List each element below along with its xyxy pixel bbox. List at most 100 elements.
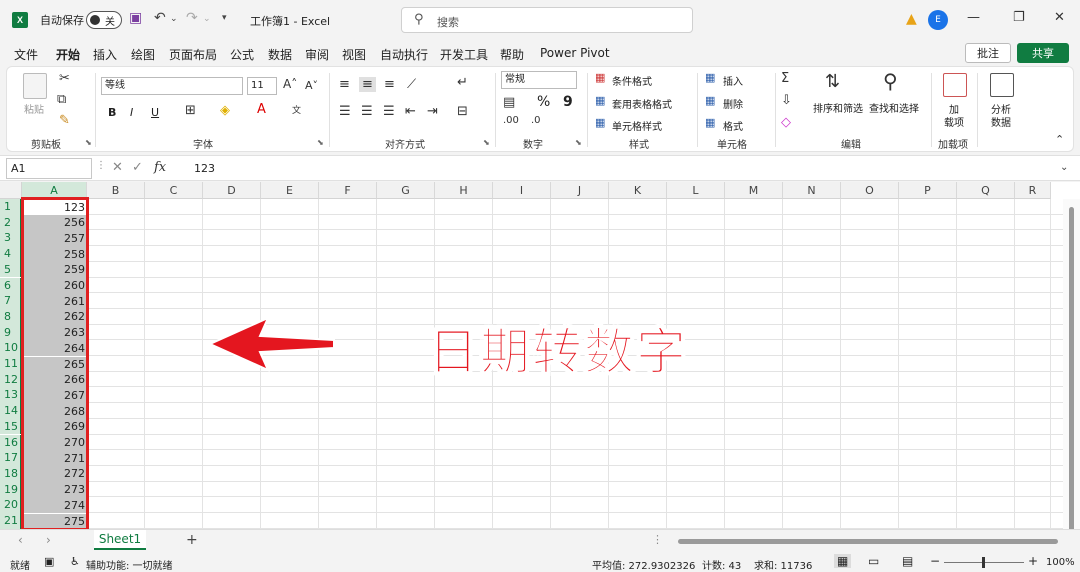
font-launcher-icon[interactable]: ⬊ (317, 138, 324, 147)
row-header-19[interactable]: 19 (0, 481, 22, 498)
restore-icon[interactable]: ❐ (1013, 10, 1025, 25)
tab-draw[interactable]: 绘图 (131, 46, 155, 63)
autosum-icon[interactable]: Σ (781, 71, 789, 86)
cut-icon[interactable]: ✂ (59, 71, 70, 86)
column-header-o[interactable]: O (841, 182, 899, 199)
zoom-slider-knob[interactable] (982, 557, 985, 568)
copy-icon[interactable]: ⧉ (57, 92, 66, 107)
tab-home[interactable]: 开始 (56, 46, 81, 68)
row-header-16[interactable]: 16 (0, 434, 22, 451)
row-header-18[interactable]: 18 (0, 465, 22, 482)
column-header-i[interactable]: I (493, 182, 551, 199)
normal-view-icon[interactable]: ▦ (834, 554, 852, 568)
conditional-format-button[interactable]: 条件格式 (612, 73, 652, 88)
enter-icon[interactable]: ✓ (132, 160, 143, 175)
save-icon[interactable]: ▣ (129, 10, 142, 26)
tab-formulas[interactable]: 公式 (230, 46, 254, 63)
horizontal-scrollbar[interactable] (666, 537, 1070, 545)
sort-filter-button[interactable]: 排序和筛选 (813, 100, 863, 115)
phonetic-icon[interactable]: 文 (292, 103, 301, 116)
align-bottom-icon[interactable]: ≡ (384, 77, 395, 92)
sort-filter-icon[interactable]: ⇅ (825, 71, 840, 92)
column-header-l[interactable]: L (667, 182, 725, 199)
italic-button[interactable]: I (130, 106, 133, 119)
page-break-view-icon[interactable]: ▤ (902, 554, 913, 568)
accessibility-icon[interactable]: ♿ (70, 555, 80, 568)
row-header-6[interactable]: 6 (0, 277, 22, 294)
cell-styles-icon[interactable]: ▦ (595, 116, 605, 129)
row-header-11[interactable]: 11 (0, 356, 22, 372)
column-header-e[interactable]: E (261, 182, 319, 199)
analyze-data-icon[interactable] (990, 73, 1014, 97)
comment-button[interactable]: 批注 (965, 43, 1011, 63)
column-header-n[interactable]: N (783, 182, 841, 199)
page-layout-view-icon[interactable]: ▭ (868, 554, 879, 568)
minimize-icon[interactable]: — (967, 10, 980, 25)
warning-icon[interactable]: ▲ (906, 11, 917, 27)
zoom-out-icon[interactable]: − (930, 554, 940, 568)
row-header-7[interactable]: 7 (0, 293, 22, 309)
fill-icon[interactable]: ⇩ (781, 93, 792, 108)
column-header-g[interactable]: G (377, 182, 435, 199)
row-header-10[interactable]: 10 (0, 340, 22, 356)
addins-button-line2[interactable]: 载项 (944, 114, 964, 129)
sum-stat[interactable]: 求和: 11736 (754, 557, 812, 572)
horizontal-scroll-thumb[interactable] (678, 539, 1058, 544)
align-center-icon[interactable]: ☰ (361, 104, 373, 119)
decrease-font-icon[interactable]: A˅ (305, 79, 318, 92)
tab-insert[interactable]: 插入 (93, 46, 117, 63)
row-header-9[interactable]: 9 (0, 324, 22, 341)
delete-cells-button[interactable]: 删除 (723, 96, 743, 111)
row-header-3[interactable]: 3 (0, 230, 22, 247)
row-header-21[interactable]: 21 (0, 513, 22, 529)
sheet-more-icon[interactable]: ⋮ (652, 533, 663, 546)
redo-icon[interactable]: ↷ (186, 10, 198, 26)
sheet-tab-sheet1[interactable]: Sheet1 (94, 530, 146, 550)
expand-formula-icon[interactable]: ⌄ (1060, 162, 1068, 173)
comma-button[interactable]: 9 (563, 94, 573, 110)
autosave-toggle[interactable]: 关 (86, 11, 122, 29)
tab-review[interactable]: 审阅 (305, 46, 329, 63)
zoom-in-icon[interactable]: + (1028, 554, 1038, 568)
row-header-13[interactable]: 13 (0, 387, 22, 404)
column-header-f[interactable]: F (319, 182, 377, 199)
insert-cells-icon[interactable]: ▦ (705, 71, 715, 84)
row-header-4[interactable]: 4 (0, 246, 22, 262)
column-header-j[interactable]: J (551, 182, 609, 199)
count-stat[interactable]: 计数: 43 (702, 557, 741, 572)
redo-dropdown-icon[interactable]: ⌄ (203, 14, 211, 24)
align-right-icon[interactable]: ☰ (383, 104, 395, 119)
row-header-15[interactable]: 15 (0, 418, 22, 435)
column-header-m[interactable]: M (725, 182, 783, 199)
column-header-c[interactable]: C (145, 182, 203, 199)
accessibility-status[interactable]: 辅助功能: 一切就绪 (86, 557, 173, 572)
macro-record-icon[interactable]: ▣ (44, 555, 54, 568)
wrap-text-icon[interactable]: ↵ (457, 75, 468, 90)
close-icon[interactable]: ✕ (1054, 10, 1065, 25)
format-painter-icon[interactable]: ✎ (59, 113, 70, 128)
currency-icon[interactable]: ▤ (503, 95, 515, 110)
average-stat[interactable]: 平均值: 272.9302326 (592, 557, 695, 572)
tab-view[interactable]: 视图 (342, 46, 366, 63)
undo-icon[interactable]: ↶ (154, 10, 166, 26)
fill-color-icon[interactable]: ◈ (220, 103, 230, 118)
column-header-r[interactable]: R (1015, 182, 1051, 199)
tab-power-pivot[interactable]: Power Pivot (540, 46, 610, 60)
row-header-12[interactable]: 12 (0, 371, 22, 388)
find-select-button[interactable]: 查找和选择 (869, 100, 919, 115)
collapse-ribbon-icon[interactable]: ⌃ (1055, 133, 1064, 146)
zoom-level[interactable]: 100% (1046, 557, 1075, 568)
delete-cells-icon[interactable]: ▦ (705, 94, 715, 107)
tab-file[interactable]: 文件 (14, 46, 38, 63)
tab-data[interactable]: 数据 (268, 46, 292, 63)
font-color-icon[interactable]: A (257, 102, 266, 117)
format-table-button[interactable]: 套用表格格式 (612, 96, 672, 111)
vertical-scroll-thumb[interactable] (1069, 207, 1074, 529)
row-header-17[interactable]: 17 (0, 450, 22, 466)
row-header-2[interactable]: 2 (0, 214, 22, 231)
underline-button[interactable]: U (151, 106, 159, 119)
format-table-icon[interactable]: ▦ (595, 94, 605, 107)
insert-function-icon[interactable]: fx (154, 160, 166, 175)
column-header-k[interactable]: K (609, 182, 667, 199)
column-header-p[interactable]: P (899, 182, 957, 199)
